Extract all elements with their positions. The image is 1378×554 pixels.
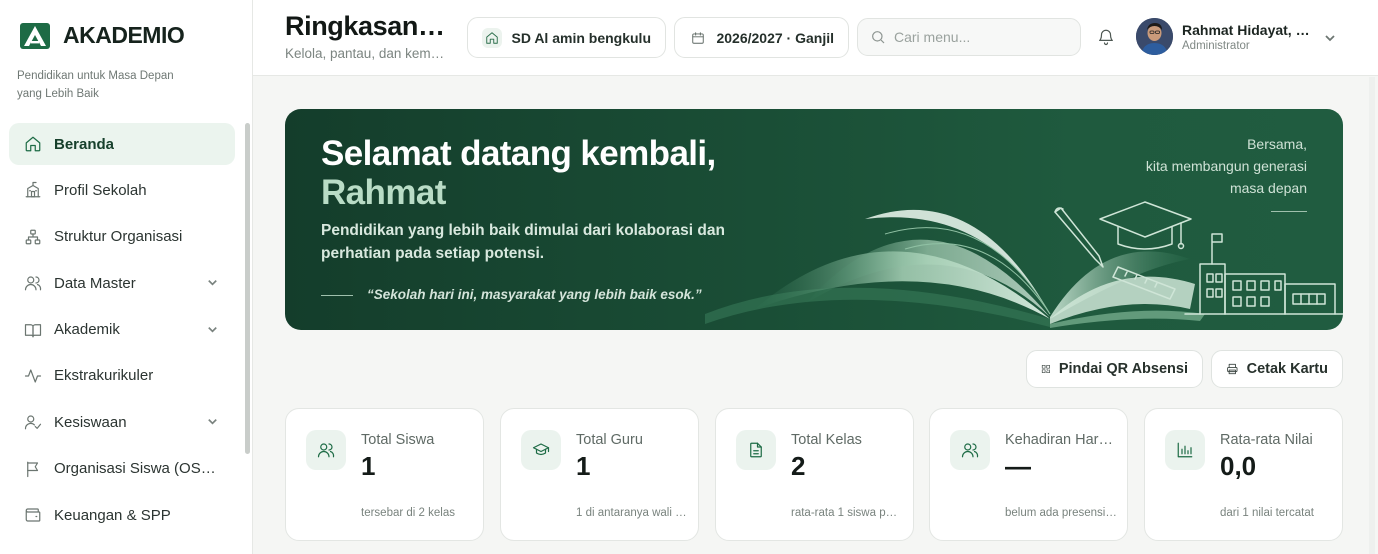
search-input[interactable] [894,29,1064,45]
academic-year-selector[interactable]: 2026/2027 · Ganjil [674,17,849,58]
school-selector[interactable]: SD Al amin bengkulu [467,17,666,58]
stat-label: Kehadiran Hari Ini [1005,432,1113,448]
notification-bell-icon[interactable] [1095,26,1117,48]
sidebar-item-label: Keuangan & SPP [54,506,171,524]
chevron-down-icon[interactable] [1323,31,1337,45]
sidebar-item-label: Data Master [54,274,136,292]
scan-qr-attendance-button[interactable]: Pindai QR Absensi [1026,350,1203,388]
stat-note: belum ada presensi hari ini [1005,507,1117,519]
stat-label: Rata-rata Nilai [1220,432,1313,448]
stat-note: dari 1 nilai tercatat [1220,507,1314,519]
hero-side-line2: kita membangun generasi [1145,158,1307,174]
home-icon [23,135,42,154]
hero-description: Pendidikan yang lebih baik dimulai dari … [321,222,725,262]
document-icon [736,430,776,470]
sidebar-scrollbar[interactable] [245,123,250,454]
stat-label: Total Siswa [361,432,435,448]
search-box[interactable] [857,18,1081,56]
stat-label: Total Kelas [791,432,862,448]
user-check-icon [23,413,42,432]
sidebar-item-label: Ekstrakurikuler [54,367,154,385]
users-icon [23,274,42,293]
school-name: SD Al amin bengkulu [511,29,652,46]
hero-side-line1: Bersama, [1247,136,1307,152]
hero-side-divider [1271,211,1307,212]
sidebar-item-struktur-organisasi[interactable]: Struktur Organisasi [9,216,235,258]
academic-year: 2026/2027 · Ganjil [716,29,834,46]
users-icon [950,430,990,470]
sidebar-item-profil-sekolah[interactable]: Profil Sekolah [9,169,235,211]
print-card-label: Cetak Kartu [1246,361,1328,377]
akademio-logo-icon [20,22,50,49]
org-chart-icon [23,227,42,246]
hero-quote: “Sekolah hari ini, masyarakat yang lebih… [367,287,702,302]
printer-icon [1227,363,1238,375]
sidebar-item-osis[interactable]: Organisasi Siswa (OSIS) [9,448,235,490]
topbar: Ringkasan Sekolah Kelola, pantau, dan ke… [253,0,1378,76]
chevron-down-icon[interactable] [206,276,219,289]
school-icon [23,181,42,200]
book-open-icon [23,320,42,339]
hero-side-line3: masa depan [1229,180,1307,196]
sidebar-item-data-master[interactable]: Data Master [9,262,235,304]
hero-divider [321,295,353,296]
hero-greeting: Selamat datang kembali, [321,134,716,173]
sidebar-item-kesiswaan[interactable]: Kesiswaan [9,401,235,443]
stat-card-total-kelas[interactable]: Total Kelas 2 rata-rata 1 siswa per kela… [715,408,914,541]
chevron-down-icon[interactable] [206,415,219,428]
users-icon [306,430,346,470]
sidebar-item-beranda[interactable]: Beranda [9,123,235,165]
graduation-cap-icon [521,430,561,470]
stat-label: Total Guru [576,432,643,448]
sidebar-item-keuangan[interactable]: Keuangan & SPP [9,494,235,536]
calendar-icon [689,28,706,48]
wallet-icon [23,506,42,525]
sidebar-item-label: Kesiswaan [54,413,127,431]
sidebar-item-label: Profil Sekolah [54,181,147,199]
stat-card-kehadiran[interactable]: Kehadiran Hari Ini — belum ada presensi … [929,408,1128,541]
sidebar-nav: Beranda Profil Sekolah Struktur Organisa… [9,123,235,541]
chevron-down-icon[interactable] [206,323,219,336]
print-card-button[interactable]: Cetak Kartu [1211,350,1343,388]
sidebar-item-akademik[interactable]: Akademik [9,309,235,351]
stat-card-total-guru[interactable]: Total Guru 1 1 di antaranya wali kelas [500,408,699,541]
sidebar-item-label: Struktur Organisasi [54,228,183,246]
stat-value: 1 [576,451,591,481]
page-title: Ringkasan Sekolah [285,11,450,41]
stat-note: rata-rata 1 siswa per kelas [791,507,903,519]
user-role: Administrator [1182,40,1250,52]
qr-code-icon [1041,364,1050,374]
avatar[interactable] [1136,18,1173,55]
home-icon [482,27,502,48]
stat-value: 1 [361,451,376,481]
search-icon [872,31,885,44]
sidebar-item-label: Beranda [54,135,115,153]
sidebar-item-label: Akademik [54,321,120,339]
stat-card-rata-rata-nilai[interactable]: Rata-rata Nilai 0,0 dari 1 nilai tercata… [1144,408,1343,541]
sidebar-item-label: Organisasi Siswa (OSIS) [54,460,219,478]
brand-name: AKADEMIO [63,22,185,48]
brand[interactable]: AKADEMIO [20,22,185,49]
stat-value: 2 [791,451,806,481]
hero-side-text: Bersama, kita membangun generasi masa de… [1077,133,1307,199]
stat-value: — [1005,451,1031,481]
user-name[interactable]: Rahmat Hidayat, S.Pd [1182,22,1314,38]
sidebar: AKADEMIO Pendidikan untuk Masa Depan yan… [0,0,253,554]
sidebar-item-ekstrakurikuler[interactable]: Ekstrakurikuler [9,355,235,397]
page-subtitle: Kelola, pantau, dan kembangkan sekolah A… [285,46,450,61]
hero-user-name: Rahmat [321,173,446,212]
flag-icon [23,459,42,478]
stat-note: 1 di antaranya wali kelas [576,507,688,519]
scan-qr-label: Pindai QR Absensi [1058,361,1188,377]
stat-card-total-siswa[interactable]: Total Siswa 1 tersebar di 2 kelas [285,408,484,541]
bar-chart-icon [1165,430,1205,470]
stat-note: tersebar di 2 kelas [361,507,455,519]
brand-tagline: Pendidikan untuk Masa Depan yang Lebih B… [17,70,174,100]
welcome-banner: Selamat datang kembali, Rahmat Pendidika… [285,109,1343,330]
stat-value: 0,0 [1220,451,1257,481]
main-scrollbar[interactable] [1369,77,1375,554]
activity-icon [23,366,42,385]
